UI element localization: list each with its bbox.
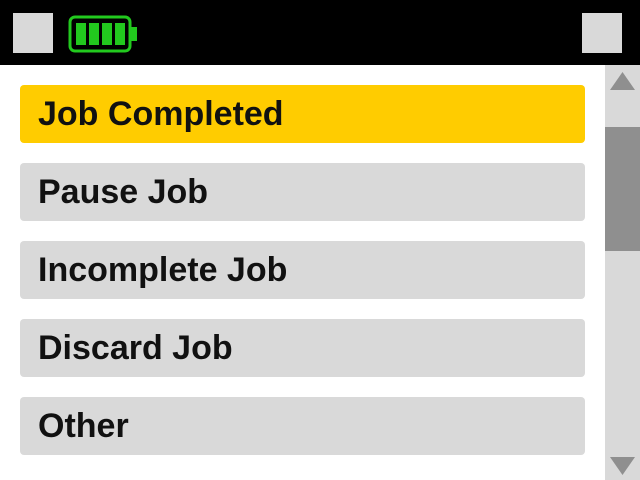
menu-item-job-completed[interactable]: Job Completed bbox=[20, 85, 585, 143]
scroll-down-arrow-icon[interactable] bbox=[609, 455, 636, 477]
menu-item-label: Pause Job bbox=[38, 172, 209, 211]
vertical-scrollbar[interactable] bbox=[605, 65, 640, 480]
right-square-button[interactable] bbox=[582, 13, 622, 53]
status-bar bbox=[0, 0, 640, 65]
battery-full-icon bbox=[68, 15, 137, 53]
menu-item-label: Incomplete Job bbox=[38, 250, 288, 289]
scroll-thumb[interactable] bbox=[605, 127, 640, 251]
job-status-menu: Job Completed Pause Job Incomplete Job D… bbox=[0, 65, 605, 480]
menu-item-incomplete-job[interactable]: Incomplete Job bbox=[20, 241, 585, 299]
scroll-up-arrow-icon[interactable] bbox=[609, 70, 636, 92]
menu-item-label: Job Completed bbox=[38, 94, 284, 133]
menu-item-other[interactable]: Other bbox=[20, 397, 585, 455]
app-window: Job Completed Pause Job Incomplete Job D… bbox=[0, 0, 640, 480]
menu-item-discard-job[interactable]: Discard Job bbox=[20, 319, 585, 377]
menu-item-label: Discard Job bbox=[38, 328, 233, 367]
left-square-button[interactable] bbox=[13, 13, 53, 53]
menu-item-label: Other bbox=[38, 406, 129, 445]
menu-item-pause-job[interactable]: Pause Job bbox=[20, 163, 585, 221]
